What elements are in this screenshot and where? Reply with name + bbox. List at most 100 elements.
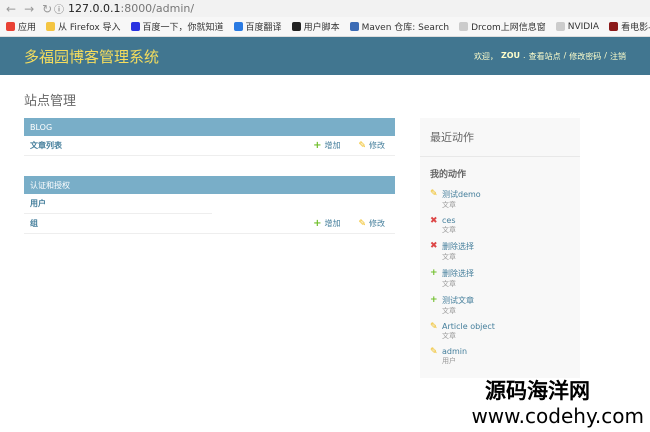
- site-name[interactable]: 多福园博客管理系统: [24, 46, 159, 67]
- my-actions-title: 我的动作: [430, 170, 467, 180]
- username: ZOU: [500, 50, 521, 60]
- recent-action-type: 文章: [442, 280, 456, 288]
- back-arrow-icon[interactable]: ←: [6, 2, 16, 16]
- plus-icon: +: [313, 218, 322, 229]
- bookmark-label: Drcom上网信息窗: [471, 23, 546, 33]
- browser-toolbar: ← → ↻ ⓘ 127.0.0.1:8000/admin/: [0, 0, 650, 17]
- delete-icon: ✖: [430, 241, 438, 251]
- model-row-group: 组 + 增加 ✎ 修改: [24, 214, 395, 234]
- bookmark-label: Maven 仓库: Search: [361, 23, 450, 33]
- bookmarks-bar: 应用 从 Firefox 导入 百度一下，你就知道 百度翻译 用户脚本 Maven 仓库:…: [0, 17, 650, 37]
- bookmark-item[interactable]: 百度一下，你就知道: [130, 20, 224, 33]
- user-tools-slash-2: /: [604, 50, 607, 60]
- model-link-user[interactable]: 用户: [30, 198, 46, 209]
- recent-action-text: 删除选择 文章: [442, 268, 474, 289]
- bookmark-item[interactable]: 百度翻译: [233, 20, 282, 33]
- pencil-icon: ✎: [358, 140, 366, 151]
- recent-action-text: Article object 文章: [442, 322, 495, 341]
- welcome-text: 欢迎，: [473, 51, 498, 61]
- page-icon: [459, 22, 469, 31]
- bookmark-label: NVIDIA: [567, 21, 600, 32]
- add-link[interactable]: + 增加: [313, 140, 340, 151]
- change-link[interactable]: ✎ 修改: [358, 218, 385, 229]
- bookmark-label: 百度一下，你就知道: [142, 23, 224, 33]
- recent-actions-panel: 最近动作 我的动作 ✎ 测试demo 文章 ✖ ces 文章 ✖ 删除选择 文章 + 删除选择 文章 +…: [420, 118, 580, 378]
- bookmark-item[interactable]: 从 Firefox 导入: [46, 20, 121, 33]
- admin-header: 多福园博客管理系统 欢迎， ZOU . 查看站点 / 修改密码 / 注销: [0, 37, 650, 75]
- recent-action-link[interactable]: Article object: [442, 322, 495, 331]
- model-link-group[interactable]: 组: [30, 218, 38, 229]
- reload-icon[interactable]: ↻: [42, 2, 52, 16]
- module-caption-auth[interactable]: 认证和授权: [24, 176, 395, 194]
- recent-action-link[interactable]: ces: [442, 216, 456, 225]
- bookmark-label: 百度翻译: [245, 23, 282, 33]
- baidu-icon: [130, 22, 140, 31]
- recent-action-type: 文章: [442, 201, 456, 209]
- recent-action-link[interactable]: 删除选择: [442, 241, 474, 252]
- apps-icon: [6, 22, 15, 31]
- recent-action-text: ces 文章: [442, 216, 456, 235]
- recent-action-text: admin 用户: [442, 347, 467, 366]
- watermark-name: 源码海洋网: [485, 379, 590, 403]
- bookmark-item[interactable]: 应用: [6, 20, 36, 33]
- user-tools-slash-1: /: [563, 50, 567, 60]
- watermark-url: www.codehy.com: [471, 404, 644, 428]
- bookmark-label: 应用: [18, 23, 37, 33]
- forward-arrow-icon[interactable]: →: [24, 2, 34, 16]
- user-tools: 欢迎， ZOU . 查看站点 / 修改密码 / 注销: [474, 51, 626, 62]
- change-password-link[interactable]: 修改密码: [569, 51, 601, 62]
- address-bar[interactable]: 127.0.0.1:8000/admin/: [68, 2, 194, 15]
- folder-icon: [46, 22, 56, 31]
- model-link-article[interactable]: 文章列表: [30, 140, 62, 151]
- recent-action-link[interactable]: 测试demo: [442, 189, 481, 200]
- info-icon[interactable]: ⓘ: [54, 1, 64, 16]
- recent-action-text: 测试文章 文章: [442, 295, 474, 316]
- recent-action-item: ✎ 测试demo 文章: [420, 186, 580, 213]
- pencil-icon: ✎: [430, 347, 438, 357]
- recent-action-type: 文章: [442, 226, 456, 234]
- change-label: 修改: [369, 141, 385, 150]
- module-blog: BLOG 文章列表 + 增加 ✎ 修改: [24, 118, 395, 156]
- logout-link[interactable]: 注销: [610, 51, 626, 62]
- browser-nav: ← → ↻: [6, 2, 54, 16]
- recent-action-type: 文章: [442, 307, 456, 315]
- recent-action-item: ✎ Article object 文章: [420, 319, 580, 344]
- add-link[interactable]: + 增加: [313, 218, 340, 229]
- pencil-icon: ✎: [430, 189, 438, 199]
- model-row-article: 文章列表 + 增加 ✎ 修改: [24, 136, 395, 156]
- recent-action-text: 测试demo 文章: [442, 189, 481, 210]
- recent-action-link[interactable]: admin: [442, 347, 467, 356]
- plus-icon: +: [313, 140, 322, 151]
- bookmark-item[interactable]: Maven 仓库: Search: [349, 20, 450, 33]
- add-label: 增加: [324, 141, 341, 150]
- recent-action-link[interactable]: 测试文章: [442, 295, 474, 306]
- recent-action-type: 文章: [442, 332, 456, 340]
- recent-action-link[interactable]: 删除选择: [442, 268, 474, 279]
- add-label: 增加: [324, 219, 341, 228]
- plus-icon: +: [430, 295, 438, 305]
- recent-actions-title: 最近动作: [420, 118, 580, 157]
- url-path: :8000/admin/: [120, 2, 195, 15]
- change-label: 修改: [369, 219, 385, 228]
- url-host: 127.0.0.1: [68, 2, 121, 15]
- recent-action-type: 文章: [442, 253, 456, 261]
- pencil-icon: ✎: [430, 322, 438, 332]
- movie-icon: [609, 22, 619, 31]
- module-auth: 认证和授权 用户 组 + 增加 ✎ 修改: [24, 176, 395, 234]
- bookmark-item[interactable]: 用户脚本: [291, 20, 340, 33]
- bookmark-label: 从 Firefox 导入: [58, 23, 121, 33]
- recent-action-item: ✖ ces 文章: [420, 213, 580, 238]
- maven-icon: [349, 22, 359, 31]
- bookmark-item[interactable]: Drcom上网信息窗: [459, 20, 546, 33]
- translate-icon: [233, 22, 243, 31]
- page-title: 站点管理: [24, 94, 77, 109]
- change-link[interactable]: ✎ 修改: [358, 140, 385, 151]
- script-icon: [291, 22, 301, 31]
- bookmark-item[interactable]: 看电影-琪琅: [609, 20, 650, 33]
- bookmark-item[interactable]: NVIDIA: [555, 21, 600, 32]
- plus-icon: +: [430, 268, 438, 278]
- pencil-icon: ✎: [358, 218, 366, 229]
- bookmark-label: 看电影-琪琅: [621, 23, 650, 33]
- view-site-link[interactable]: 查看站点: [529, 51, 561, 62]
- module-caption-blog[interactable]: BLOG: [24, 118, 395, 136]
